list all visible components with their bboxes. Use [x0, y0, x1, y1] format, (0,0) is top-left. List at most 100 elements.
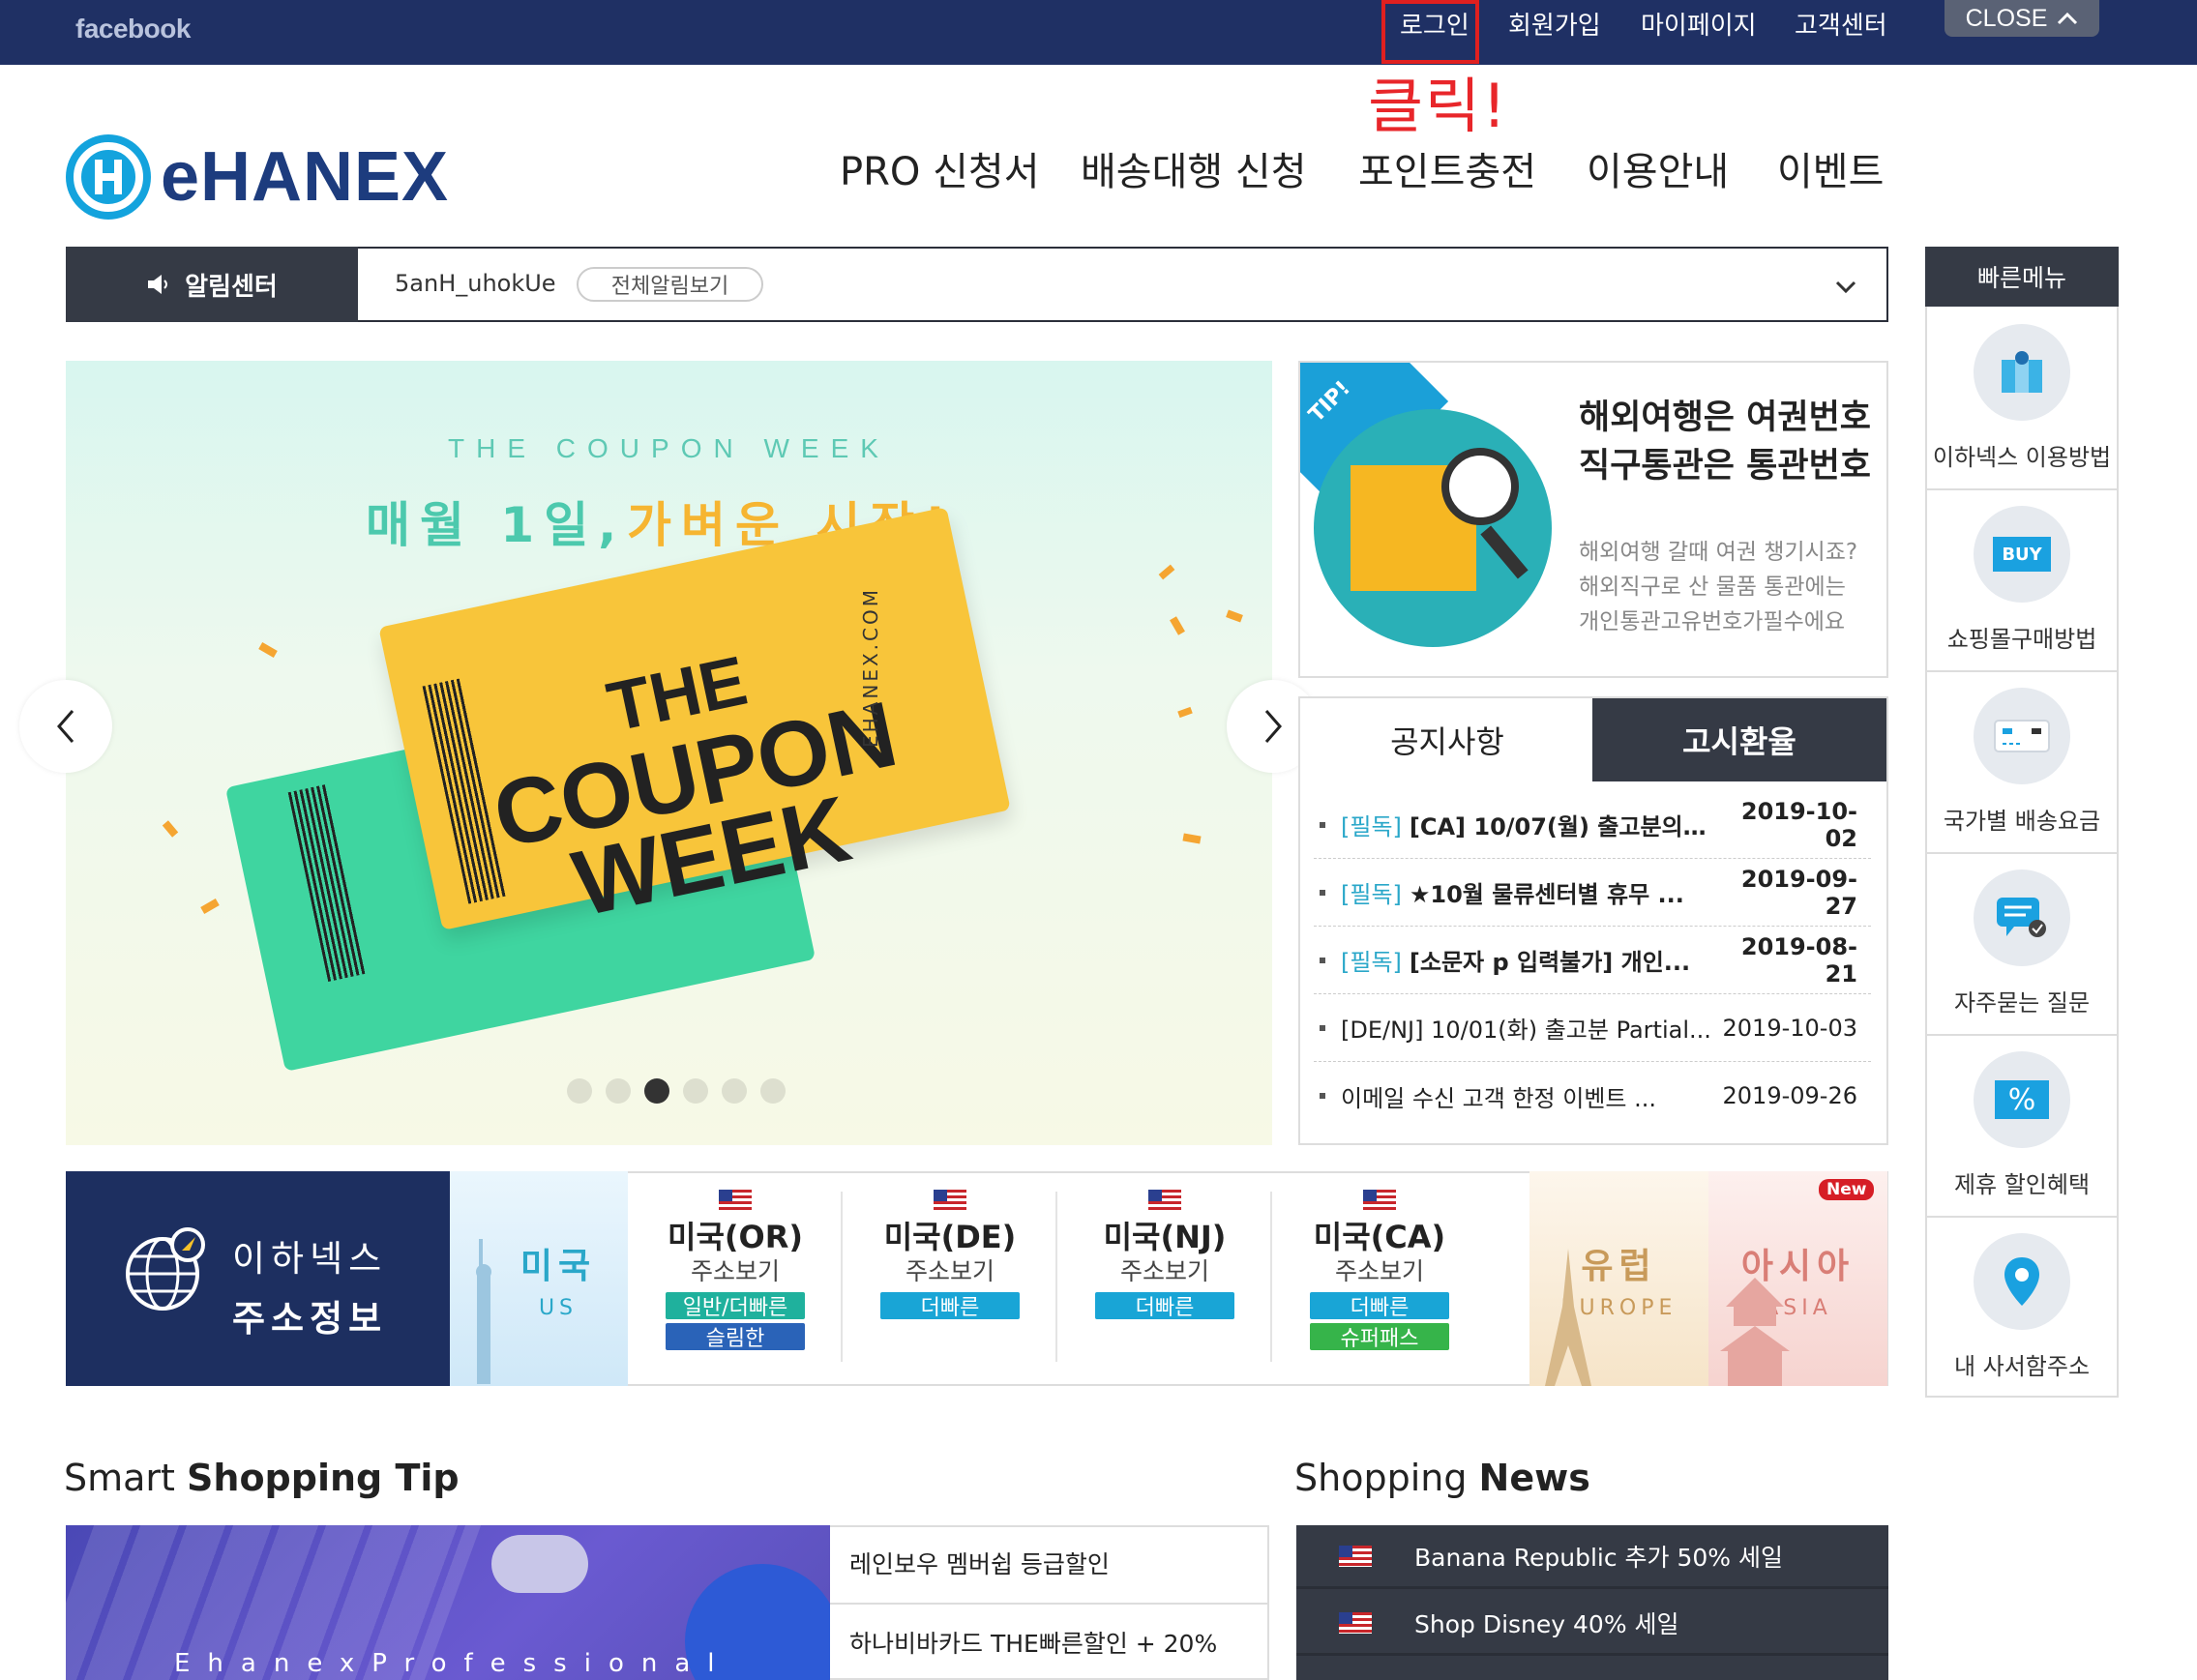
- nav-event[interactable]: 이벤트: [1777, 145, 1884, 199]
- address-column[interactable]: 미국(DE) 주소보기더빠른: [843, 1190, 1057, 1362]
- logo-icon[interactable]: [66, 134, 151, 220]
- view-all-notices-button[interactable]: 전체알림보기: [577, 267, 763, 302]
- slide-dots: [567, 1078, 786, 1104]
- quick-label: 국가별 배송요금: [1943, 808, 2101, 835]
- notice-item[interactable]: [DE/NJ] 10/01(화) 출고분 Partial... 2019-10-0…: [1314, 994, 1871, 1062]
- notice-date: 2019-08-21: [1740, 932, 1857, 987]
- divider: [830, 1603, 1269, 1605]
- ticket-side-text: EHANEX.COM: [859, 587, 882, 748]
- view-address-link[interactable]: 주소보기: [691, 1255, 780, 1288]
- percent-icon-label: %: [1995, 1080, 2049, 1119]
- notice-tag: [필독]: [1341, 949, 1402, 976]
- view-address-link[interactable]: 주소보기: [1120, 1255, 1209, 1288]
- slide-dot[interactable]: [722, 1078, 747, 1104]
- region-asia[interactable]: New 아시아 ASIA: [1708, 1171, 1887, 1386]
- confetti: [1177, 706, 1193, 719]
- address-title-2: 주소정보: [232, 1298, 388, 1340]
- statue-of-liberty-icon: [476, 1239, 491, 1384]
- view-address-link[interactable]: 주소보기: [906, 1255, 995, 1288]
- address-column[interactable]: 미국(CA) 주소보기더빠른슈퍼패스: [1272, 1190, 1487, 1362]
- address-column[interactable]: 미국(NJ) 주소보기 더빠른: [1057, 1190, 1272, 1362]
- quick-item-how-to-use[interactable]: 이하넥스 이용방법: [1927, 309, 2117, 490]
- facebook-link[interactable]: facebook: [75, 14, 191, 44]
- news-item-text: Shop Disney 40% 세일: [1414, 1609, 1679, 1638]
- nav-guide[interactable]: 이용안내: [1587, 145, 1729, 199]
- location-pin-icon: [1974, 1233, 2070, 1330]
- nav-point-charge[interactable]: 포인트충전: [1358, 145, 1536, 199]
- close-label: CLOSE: [1965, 4, 2048, 32]
- main-banner[interactable]: THE COUPON WEEK 매월 1일, 가벼운 시작! THE COUPO…: [66, 361, 1272, 1145]
- notice-message[interactable]: 5anH_uhokUe: [395, 270, 556, 297]
- confetti: [1170, 616, 1185, 635]
- view-address-link[interactable]: 주소보기: [1335, 1255, 1424, 1288]
- address-column[interactable]: 미국(OR) 주소보기 일반/더빠른 슬림한: [628, 1190, 843, 1362]
- slide-dot[interactable]: [606, 1078, 631, 1104]
- service-pill[interactable]: 슬림한: [666, 1323, 805, 1351]
- service-pill[interactable]: 일반/더빠른: [666, 1292, 805, 1320]
- news-item[interactable]: Shop Disney 40% 세일: [1296, 1592, 1888, 1656]
- tab-exchange-rate[interactable]: 고시환율: [1592, 698, 1886, 781]
- tip-titles: 해외여행은 여권번호 직구통관은 통관번호: [1579, 394, 1871, 490]
- quick-item-shopping-guide[interactable]: BUY 쇼핑몰구매방법: [1927, 490, 2117, 672]
- nav-shipping-request[interactable]: 배송대행 신청: [1081, 145, 1307, 199]
- notice-item[interactable]: [필독] [CA] 10/07(월) 출고분의 ... 2019-10-02: [1314, 791, 1871, 859]
- tab-notice[interactable]: 공지사항: [1300, 698, 1594, 781]
- magnifier-icon: [1441, 448, 1519, 525]
- confetti: [200, 899, 220, 914]
- tip-title-1: 해외여행은 여권번호: [1579, 398, 1871, 437]
- service-pill[interactable]: 슈퍼패스: [1310, 1323, 1449, 1351]
- slide-dot[interactable]: [760, 1078, 786, 1104]
- customer-center-link[interactable]: 고객센터: [1795, 12, 1887, 41]
- chevron-down-icon[interactable]: [1834, 269, 1857, 303]
- news-item-partial: [1296, 1659, 1888, 1680]
- signup-link[interactable]: 회원가입: [1508, 12, 1601, 41]
- notice-date: 2019-09-27: [1740, 865, 1857, 920]
- notice-title: [CA] 10/07(월) 출고분의 ...: [1409, 813, 1712, 840]
- news-item-text: Banana Republic 추가 50% 세일: [1414, 1543, 1784, 1572]
- mypage-link[interactable]: 마이페이지: [1641, 12, 1757, 41]
- confetti: [1226, 609, 1243, 623]
- us-flag-icon: [1363, 1190, 1396, 1211]
- smart-tip-caption: EhanexProfessional: [174, 1649, 732, 1678]
- slide-dot[interactable]: [683, 1078, 708, 1104]
- smart-tip-image[interactable]: EhanexProfessional: [66, 1525, 830, 1680]
- service-pill[interactable]: 더빠른: [880, 1292, 1020, 1320]
- slide-dot[interactable]: [567, 1078, 592, 1104]
- quick-menu-title: 빠른메뉴: [1925, 247, 2119, 307]
- notice-tag: [필독]: [1341, 881, 1402, 908]
- tip-panel[interactable]: TIP! 해외여행은 여권번호 직구통관은 통관번호 해외여행 갈때 여권 챙기…: [1298, 361, 1888, 678]
- eiffel-tower-icon: [1545, 1249, 1591, 1386]
- quick-item-shipping-rates[interactable]: 국가별 배송요금: [1927, 672, 2117, 854]
- title-light: Smart: [64, 1457, 188, 1499]
- logo-text[interactable]: eHANEX: [161, 133, 449, 221]
- quick-item-faq[interactable]: 자주묻는 질문: [1927, 854, 2117, 1036]
- close-button[interactable]: CLOSE: [1945, 0, 2099, 37]
- click-annotation: 클릭!: [1368, 71, 1508, 141]
- service-pill[interactable]: 더빠른: [1095, 1292, 1234, 1320]
- service-pill[interactable]: 더빠른: [1310, 1292, 1449, 1320]
- address-column-name: 미국(DE): [883, 1219, 1017, 1255]
- confetti: [258, 642, 278, 658]
- slide-dot[interactable]: [644, 1078, 669, 1104]
- notice-item[interactable]: [필독] [소문자 p 입력불가] 개인... 2019-08-21: [1314, 927, 1871, 994]
- nav-pro-form[interactable]: PRO 신청서: [840, 145, 1040, 199]
- notice-title: [소문자 p 입력불가] 개인...: [1409, 949, 1691, 976]
- quick-label: 내 사서함주소: [1953, 1353, 2091, 1380]
- banner-prev-button[interactable]: [19, 680, 112, 773]
- smart-tip-item[interactable]: 레인보우 멤버쉽 등급할인: [849, 1546, 1110, 1580]
- notice-date: 2019-10-03: [1722, 1014, 1857, 1042]
- notice-item[interactable]: 이메일 수신 고객 한정 이벤트 ... 2019-09-26: [1314, 1062, 1871, 1130]
- bullet: [1320, 821, 1325, 828]
- us-flag-icon: [1339, 1545, 1372, 1567]
- notice-center-label: 알림센터: [66, 247, 358, 322]
- quick-item-discounts[interactable]: % 제휴 할인혜택: [1927, 1036, 2117, 1218]
- news-item[interactable]: Banana Republic 추가 50% 세일: [1296, 1525, 1888, 1589]
- region-us[interactable]: 미국 US: [450, 1171, 628, 1386]
- notice-item[interactable]: [필독] ★10월 물류센터별 휴무 ... 2019-09-27: [1314, 859, 1871, 927]
- bullet: [1320, 957, 1325, 963]
- quick-item-mailbox-address[interactable]: 내 사서함주소: [1927, 1218, 2117, 1400]
- region-europe[interactable]: 유럽 EUROPE: [1529, 1171, 1708, 1386]
- address-column-name: 미국(CA): [1313, 1219, 1446, 1255]
- smart-tip-item[interactable]: 하나비바카드 THE빠른할인 + 20%: [849, 1625, 1217, 1660]
- shopping-news-title: Shopping News: [1294, 1454, 1590, 1502]
